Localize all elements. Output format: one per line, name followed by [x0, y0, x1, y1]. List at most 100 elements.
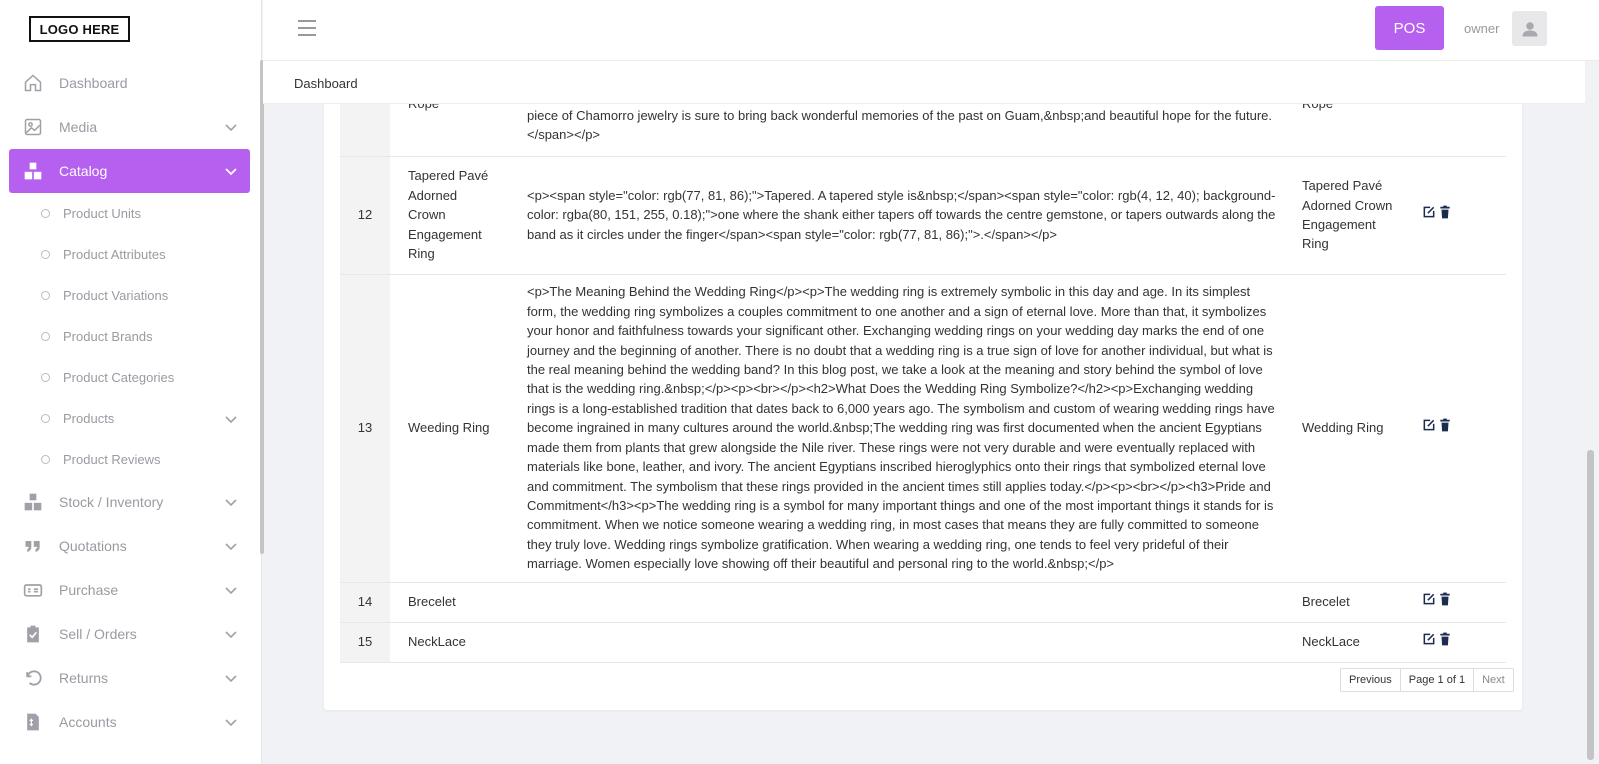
- circle-icon: [41, 332, 50, 341]
- row-index: 15: [340, 622, 390, 663]
- circle-icon: [41, 455, 50, 464]
- breadcrumb-bar: Dashboard: [263, 61, 1585, 104]
- page-scrollbar[interactable]: [1587, 450, 1594, 760]
- user-name[interactable]: owner: [1464, 21, 1499, 36]
- breadcrumb[interactable]: Dashboard: [294, 76, 358, 91]
- submenu-label: Product Variations: [63, 288, 169, 303]
- row-actions: [1410, 622, 1506, 663]
- delete-icon[interactable]: [1438, 632, 1452, 646]
- row-name: NeckLace: [390, 622, 512, 663]
- circle-icon: [41, 291, 50, 300]
- row-description: <p>The Meaning Behind the Wedding Ring</…: [512, 274, 1292, 583]
- previous-button[interactable]: Previous: [1341, 669, 1401, 691]
- sidebar-item-accounts[interactable]: Accounts: [9, 700, 250, 744]
- edit-icon[interactable]: [1422, 418, 1436, 432]
- sidebar-item-purchase[interactable]: Purchase: [9, 568, 250, 612]
- circle-icon: [41, 209, 50, 218]
- table-row: 14 Brecelet Brecelet: [340, 582, 1506, 623]
- clipboard-icon: [22, 623, 44, 645]
- sidebar-item-label: Returns: [59, 670, 109, 686]
- top-header: POS owner: [263, 0, 1599, 61]
- submenu-product-brands[interactable]: Product Brands: [9, 316, 250, 357]
- submenu-product-variations[interactable]: Product Variations: [9, 275, 250, 316]
- submenu-label: Product Reviews: [63, 452, 161, 467]
- products-table: Rope piece of Chamorro jewelry is sure t…: [340, 90, 1506, 663]
- chevron-down-icon: [225, 543, 237, 551]
- chevron-down-icon: [225, 631, 237, 639]
- page-indicator: Page 1 of 1: [1401, 669, 1475, 691]
- row-name: Brecelet: [390, 582, 512, 623]
- sidebar: LOGO HERE Dashboard Media Catalog Produc…: [0, 0, 262, 764]
- row-description: <p><span style="color: rgb(77, 81, 86);"…: [512, 156, 1292, 275]
- submenu-product-reviews[interactable]: Product Reviews: [9, 439, 250, 480]
- chevron-down-icon: [225, 168, 237, 176]
- sidebar-item-label: Dashboard: [59, 75, 128, 91]
- sidebar-item-label: Media: [59, 119, 98, 135]
- delete-icon[interactable]: [1438, 592, 1452, 606]
- sidebar-item-sell-orders[interactable]: Sell / Orders: [9, 612, 250, 656]
- row-slug: Wedding Ring: [1292, 274, 1410, 583]
- table-row: 15 NeckLace NeckLace: [340, 622, 1506, 663]
- edit-icon[interactable]: [1422, 592, 1436, 606]
- table-row: 12 Tapered Pavé Adorned Crown Engagement…: [340, 156, 1506, 275]
- pagination: Previous Page 1 of 1 Next: [1340, 668, 1514, 692]
- user-icon: [1522, 21, 1537, 36]
- row-index: 14: [340, 582, 390, 623]
- sidebar-item-stock[interactable]: Stock / Inventory: [9, 480, 250, 524]
- sidebar-item-quotations[interactable]: Quotations: [9, 524, 250, 568]
- row-slug: NeckLace: [1292, 622, 1410, 663]
- edit-icon[interactable]: [1422, 205, 1436, 219]
- submenu-product-categories[interactable]: Product Categories: [9, 357, 250, 398]
- row-name: Weeding Ring: [390, 274, 512, 583]
- logo[interactable]: LOGO HERE: [29, 16, 130, 42]
- avatar[interactable]: [1512, 11, 1547, 46]
- submenu-label: Product Brands: [63, 329, 153, 344]
- sidebar-item-returns[interactable]: Returns: [9, 656, 250, 700]
- row-slug: Tapered Pavé Adorned Crown Engagement Ri…: [1292, 156, 1410, 275]
- content-card: Rope piece of Chamorro jewelry is sure t…: [324, 90, 1522, 710]
- delete-icon[interactable]: [1438, 418, 1452, 432]
- chevron-down-icon: [225, 499, 237, 507]
- submenu-label: Product Units: [63, 206, 142, 221]
- sidebar-item-label: Purchase: [59, 582, 119, 598]
- submenu-product-units[interactable]: Product Units: [9, 193, 250, 234]
- sidebar-item-label: Quotations: [59, 538, 127, 554]
- sidebar-item-label: Sell / Orders: [59, 626, 137, 642]
- row-name: Tapered Pavé Adorned Crown Engagement Ri…: [390, 156, 512, 275]
- sidebar-item-label: Stock / Inventory: [59, 494, 164, 510]
- submenu-label: Product Categories: [63, 370, 175, 385]
- pos-button[interactable]: POS: [1375, 6, 1444, 50]
- sidebar-item-label: Accounts: [59, 714, 117, 730]
- chevron-down-icon: [225, 587, 237, 595]
- row-actions: [1410, 582, 1506, 623]
- submenu-products[interactable]: Products: [9, 398, 250, 439]
- boxes-icon: [22, 160, 44, 182]
- delete-icon[interactable]: [1438, 205, 1452, 219]
- menu-toggle-icon[interactable]: [298, 20, 316, 36]
- submenu-label: Product Attributes: [63, 247, 166, 262]
- row-slug: Brecelet: [1292, 582, 1410, 623]
- next-button[interactable]: Next: [1474, 669, 1513, 691]
- image-icon: [22, 116, 44, 138]
- sidebar-item-catalog[interactable]: Catalog: [9, 149, 250, 193]
- sidebar-item-dashboard[interactable]: Dashboard: [9, 61, 250, 105]
- quote-icon: [22, 535, 44, 557]
- edit-icon[interactable]: [1422, 632, 1436, 646]
- undo-icon: [22, 667, 44, 689]
- sidebar-item-label: Catalog: [59, 163, 108, 179]
- row-actions: [1410, 274, 1506, 583]
- chevron-down-icon: [225, 719, 237, 727]
- circle-icon: [41, 414, 50, 423]
- circle-icon: [41, 373, 50, 382]
- submenu-label: Products: [63, 411, 115, 426]
- sidebar-item-media[interactable]: Media: [9, 105, 250, 149]
- submenu-product-attributes[interactable]: Product Attributes: [9, 234, 250, 275]
- sidebar-scrollbar[interactable]: [260, 60, 264, 554]
- row-index: 12: [340, 156, 390, 275]
- row-actions: [1410, 156, 1506, 275]
- row-description: [512, 582, 1292, 623]
- row-index: 13: [340, 274, 390, 583]
- circle-icon: [41, 250, 50, 259]
- invoice-icon: [22, 711, 44, 733]
- row-description: [512, 622, 1292, 663]
